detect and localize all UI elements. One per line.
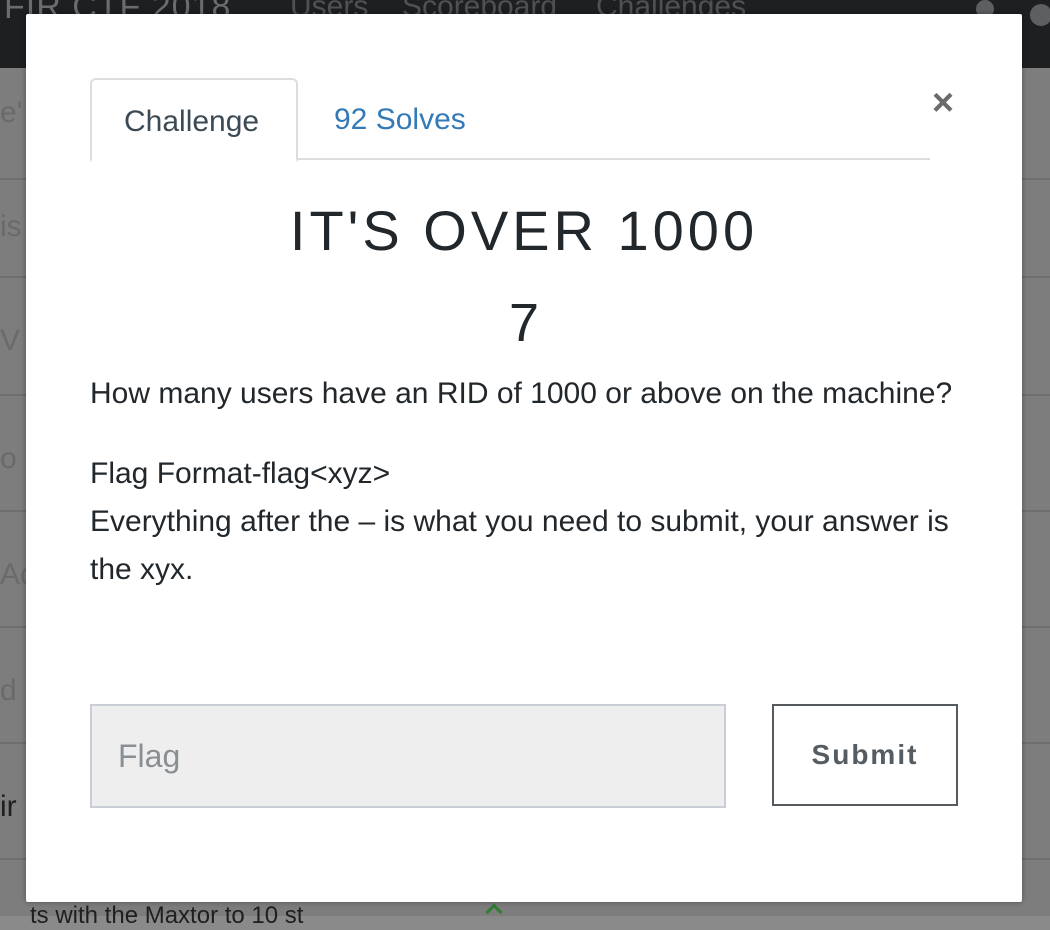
background-text-fragment: e' bbox=[0, 96, 23, 129]
challenge-description: How many users have an RID of 1000 or ab… bbox=[90, 370, 970, 594]
background-profile-icon bbox=[1030, 4, 1050, 26]
challenge-title: IT'S OVER 1000 bbox=[289, 199, 759, 262]
modal-tabs: Challenge 92 Solves bbox=[90, 78, 930, 162]
challenge-points: 7 bbox=[508, 293, 540, 353]
submit-button[interactable]: Submit bbox=[772, 704, 958, 806]
description-instructions: Everything after the – is what you need … bbox=[90, 505, 949, 586]
flag-input[interactable] bbox=[90, 704, 726, 808]
background-text-fragment: is bbox=[0, 210, 22, 243]
close-button[interactable]: × bbox=[928, 84, 958, 122]
background-text-fragment: ir bbox=[0, 790, 17, 823]
challenge-modal: × Challenge 92 Solves IT'S OVER 1000 7 H… bbox=[26, 14, 1022, 902]
tab-challenge[interactable]: Challenge bbox=[90, 78, 298, 162]
description-question: How many users have an RID of 1000 or ab… bbox=[90, 377, 953, 410]
background-text-fragment: ts with the Maxtor to 10 st bbox=[30, 902, 304, 929]
tab-solves[interactable]: 92 Solves bbox=[302, 78, 498, 162]
background-text-fragment: V bbox=[0, 324, 21, 357]
description-flag-format: Flag Format-flag<xyz> bbox=[90, 457, 391, 490]
